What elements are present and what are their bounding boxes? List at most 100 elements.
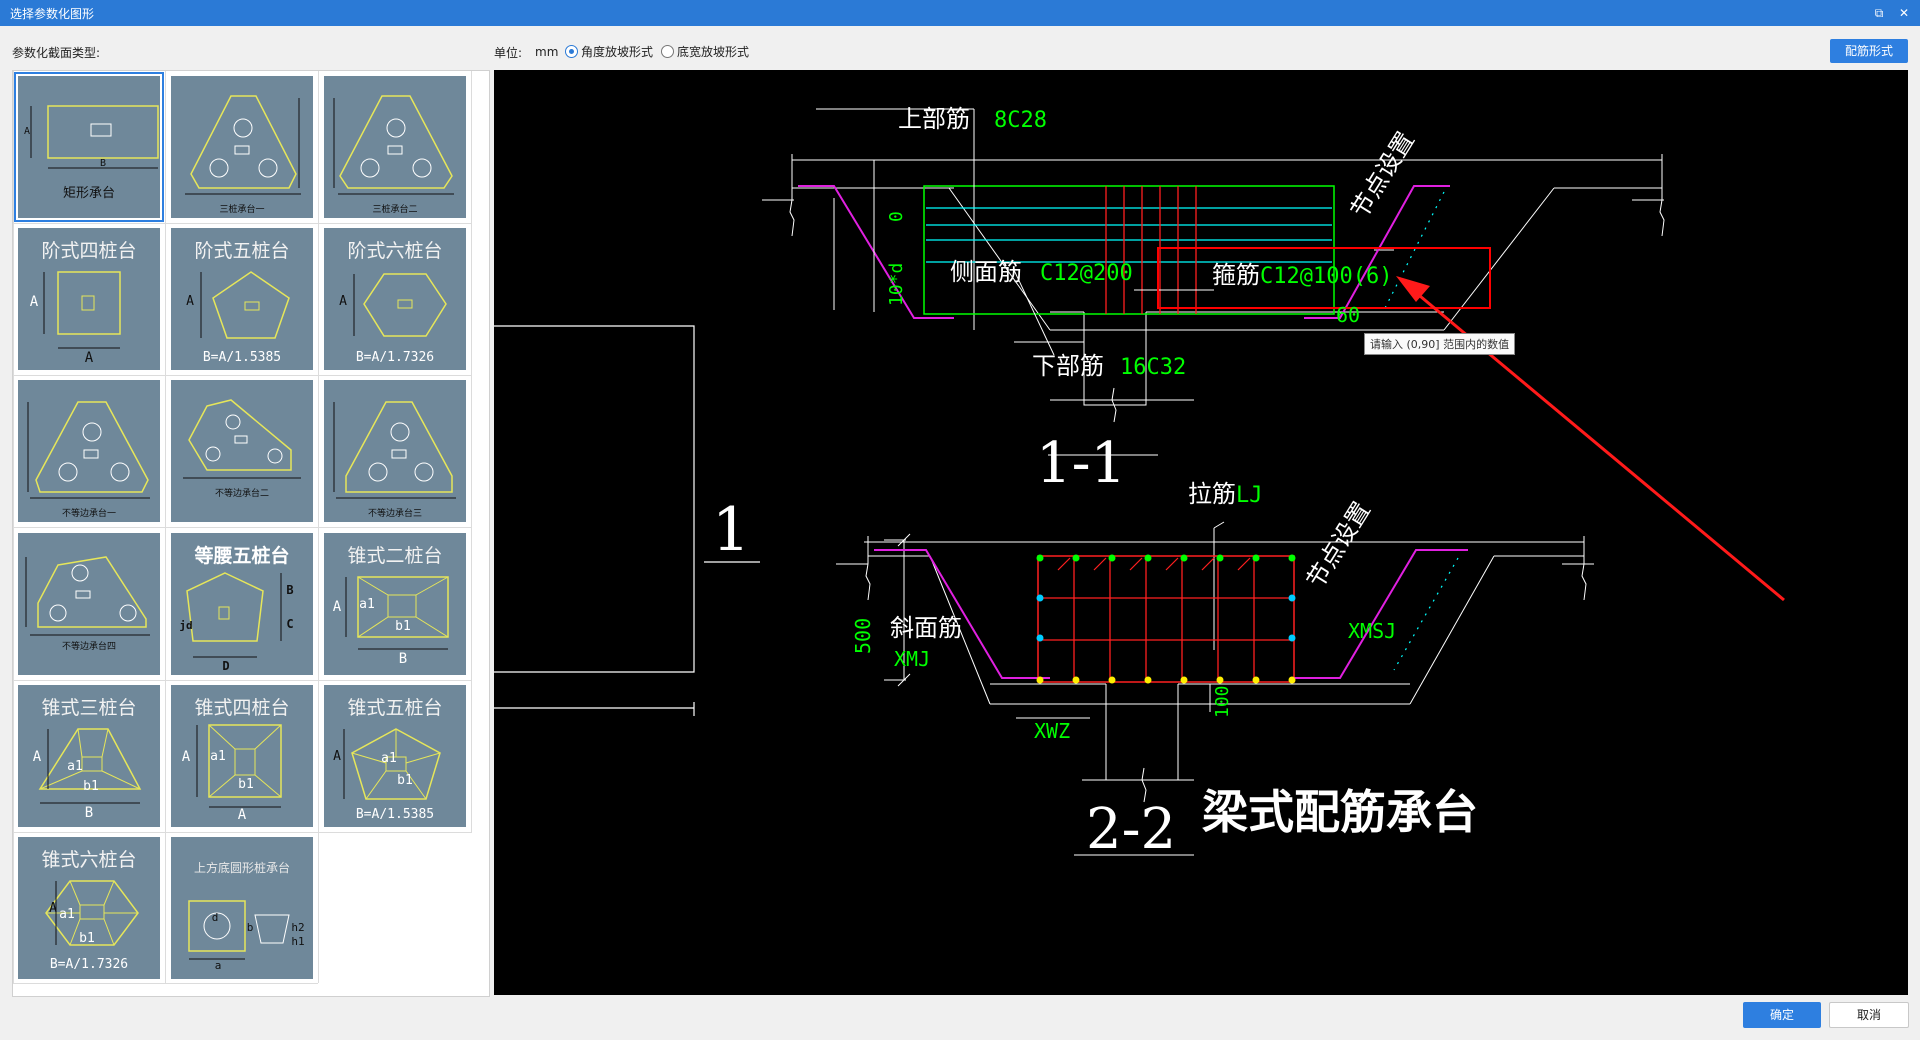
cancel-button[interactable]: 取消 — [1829, 1002, 1909, 1028]
tile-three-pile-1[interactable]: 三桩承台一 — [171, 76, 313, 218]
angle-value: 60 — [1336, 303, 1360, 327]
unequal-diagram — [25, 556, 150, 636]
tile-step-five-pile[interactable]: 阶式五桩台 A B=A/1.5385 — [171, 228, 313, 370]
section-2-title: 2-2 — [1086, 797, 1176, 862]
tile-label-b1: b1 — [397, 773, 413, 788]
tile-label-b1: b1 — [79, 931, 95, 946]
radio-angle-label: 角度放坡形式 — [581, 45, 654, 59]
cad-drawing: 1 上部筋 8C28 侧面筋 C12@200 箍筋 C12@100(6) 下部筋… — [494, 105, 1785, 862]
tile-unequal-2[interactable]: 不等边承台二 — [171, 380, 313, 522]
tile-three-pile-2[interactable]: 三桩承台二 — [324, 76, 466, 218]
tile-rect-cap[interactable]: A B 矩形承台 — [14, 72, 164, 222]
side-rebar-value: C12@200 — [1040, 261, 1133, 286]
tile-label-a1: a1 — [210, 749, 226, 764]
unequal-diagram — [333, 401, 456, 499]
window-title: 选择参数化图形 — [10, 7, 95, 21]
tile-cone-three[interactable]: 锥式三桩台 A a1 b1 B — [18, 685, 160, 827]
dim-zero: 0 — [886, 211, 907, 222]
tile-cone-four[interactable]: 锥式四桩台 A a1 b1 A — [171, 685, 313, 827]
tile-round-pile-cap[interactable]: 上方底圆形桩承台 d b a h2 h1 — [171, 837, 313, 979]
tile-label-h2: h2 — [291, 921, 305, 934]
plan-label: 1 — [712, 495, 750, 565]
tile-caption: 矩形承台 — [62, 186, 115, 201]
tile-caption: B=A/1.7326 — [49, 957, 129, 972]
restore-icon[interactable]: ⧉ — [1868, 3, 1890, 23]
tile-label-a2: A — [84, 350, 94, 366]
tile-label-b: B — [84, 805, 94, 821]
tile-caption: B=A/1.5385 — [202, 350, 282, 365]
tile-label-h1: h1 — [291, 935, 305, 948]
tile-unequal-3[interactable]: 不等边承台三 — [324, 380, 466, 522]
three-pile-diagram — [333, 95, 454, 195]
tile-label-b: B — [99, 158, 107, 169]
radio-unchecked-icon[interactable] — [661, 45, 674, 58]
tile-label-a1: a1 — [59, 907, 75, 922]
xwz-label: XWZ — [1034, 719, 1070, 743]
tile-title: 阶式四桩台 — [41, 240, 137, 262]
slope-rebar-value: XMJ — [894, 647, 930, 671]
bottom-rebar-value: 16C32 — [1120, 355, 1186, 380]
unit-value: mm — [535, 45, 559, 59]
tile-label-a2: A — [237, 807, 247, 823]
side-rebar-label: 侧面筋 — [950, 258, 1022, 286]
tile-label-b: B — [286, 583, 294, 597]
tile-step-four-pile[interactable]: 阶式四桩台 A A — [18, 228, 160, 370]
tile-title: 阶式五桩台 — [194, 240, 290, 262]
tile-label-a: A — [339, 294, 347, 309]
tie-label: 拉筋 — [1188, 480, 1236, 508]
tile-title: 锥式四桩台 — [194, 697, 290, 719]
tile-label-b: B — [398, 651, 408, 667]
tile-caption: 不等边承台二 — [214, 489, 269, 499]
tile-label-a1: a1 — [67, 759, 83, 774]
dim-500: 500 — [851, 618, 875, 654]
tile-label-a: A — [23, 126, 31, 137]
node-setting-label-1: 节点设置 — [1345, 127, 1420, 223]
tile-title: 锥式五桩台 — [347, 697, 443, 719]
radio-checked-icon[interactable] — [565, 45, 578, 58]
tile-unequal-1[interactable]: 不等边承台一 — [18, 380, 160, 522]
tile-label-a1: a1 — [381, 751, 397, 766]
radio-angle-slope[interactable]: 角度放坡形式 — [565, 43, 653, 60]
cad-preview: 1 上部筋 8C28 侧面筋 C12@200 箍筋 C12@100(6) 下部筋… — [494, 70, 1908, 995]
title-bar: 选择参数化图形 ⧉ ✕ — [0, 0, 1920, 26]
section-type-label: 参数化截面类型: — [12, 46, 101, 60]
dim-100: 100 — [1212, 685, 1233, 718]
tile-step-six-pile[interactable]: 阶式六桩台 A B=A/1.7326 — [324, 228, 466, 370]
tile-title: 锥式二桩台 — [347, 545, 443, 567]
node-setting-label-2: 节点设置 — [1301, 497, 1376, 593]
top-rebar-label: 上部筋 — [898, 105, 970, 133]
three-pile-diagram — [185, 95, 301, 195]
tile-title: 锥式三桩台 — [41, 697, 137, 719]
dim-10d: 10*d — [886, 263, 907, 306]
tile-label-jd: jd — [179, 619, 193, 632]
close-icon[interactable]: ✕ — [1893, 3, 1915, 23]
tile-unequal-4[interactable]: 不等边承台四 — [18, 533, 160, 675]
tile-cone-two[interactable]: 锥式二桩台 A a1 b1 B — [324, 533, 466, 675]
tile-caption: 三桩承台二 — [372, 205, 418, 215]
shape-gallery[interactable]: A B 矩形承台 三桩承台一 三桩承台二 阶式四桩台 A A 阶式五桩台 A B… — [12, 70, 490, 997]
tile-cone-six[interactable]: 锥式六桩台 A a1 b1 B=A/1.7326 — [18, 837, 160, 979]
ok-button[interactable]: 确定 — [1743, 1002, 1821, 1028]
stirrup-label: 箍筋 — [1212, 261, 1260, 289]
tile-caption: 不等边承台四 — [61, 642, 116, 652]
tile-caption: B=A/1.5385 — [355, 807, 435, 822]
unequal-diagram — [183, 399, 301, 479]
unit-label: 单位: — [494, 46, 523, 60]
slope-rebar-label: 斜面筋 — [890, 614, 962, 642]
tie-value: LJ — [1236, 483, 1263, 508]
tile-caption: B=A/1.7326 — [355, 350, 435, 365]
tile-label-a: A — [186, 294, 194, 309]
tile-caption: 不等边承台一 — [61, 509, 116, 519]
radio-width-slope[interactable]: 底宽放坡形式 — [661, 43, 749, 60]
input-range-tooltip: 请输入 (0,90] 范围内的数值 — [1364, 333, 1516, 355]
tile-cone-five[interactable]: 锥式五桩台 A a1 b1 B=A/1.5385 — [324, 685, 466, 827]
tile-caption: 不等边承台三 — [367, 509, 422, 519]
tile-isosceles-five[interactable]: 等腰五桩台 B C D jd — [171, 533, 313, 675]
tile-label-b1: b1 — [83, 779, 99, 794]
rebar-form-button[interactable]: 配筋形式 — [1830, 39, 1908, 63]
tile-label-b1: b1 — [395, 619, 411, 634]
xmsj-label: XMSJ — [1348, 619, 1396, 643]
tile-title: 锥式六桩台 — [41, 849, 137, 871]
tile-label-d: D — [222, 659, 230, 673]
bottom-rebar-label: 下部筋 — [1032, 352, 1104, 380]
